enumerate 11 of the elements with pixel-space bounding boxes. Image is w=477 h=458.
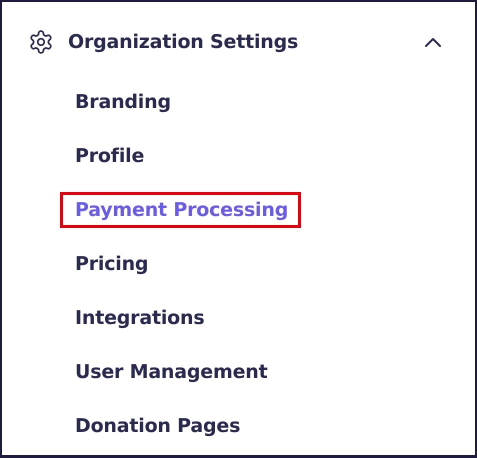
gear-icon [28,29,54,55]
section-title: Organization Settings [68,31,300,53]
menu-item[interactable]: Pricing [60,246,162,282]
menu-item[interactable]: Payment Processing [60,192,302,228]
menu-item[interactable]: Branding [60,84,184,120]
menu-item[interactable]: Donation Pages [60,408,254,444]
menu-item[interactable]: Integrations [60,300,218,336]
chevron-up-icon [423,36,443,48]
organization-settings-header[interactable]: Organization Settings [22,16,465,68]
menu-item[interactable]: Profile [60,138,158,174]
menu-item[interactable]: User Management [60,354,280,390]
